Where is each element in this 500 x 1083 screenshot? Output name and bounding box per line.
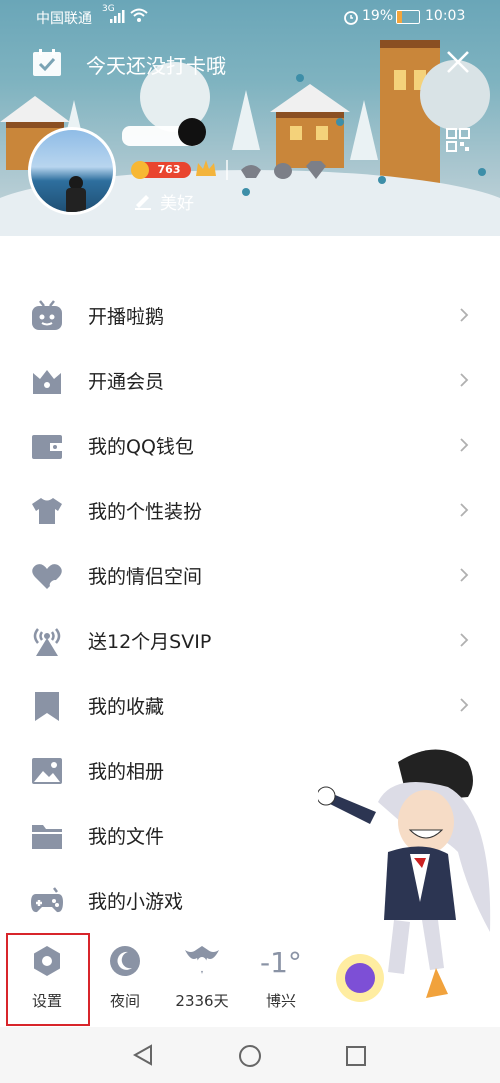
menu-label: 我的情侣空间 [88,566,203,588]
penguin-badge-icon [185,946,219,974]
pet-badge-icon[interactable] [238,158,264,182]
egg-badge-icon[interactable] [270,156,296,182]
edit-pen-icon[interactable] [133,190,153,210]
profile-header: 中国联通 3G 19% 10:03 今天还没打卡哦 763 美好 [0,0,500,236]
broadcast-icon [33,628,61,656]
signal-icon [110,10,125,23]
carrier-label: 中国联通 [36,11,92,27]
temperature-value: -1° [260,946,302,979]
signature-text[interactable]: 美好 [160,189,194,214]
menu-label: 我的小游戏 [88,891,184,913]
menu-label: 我的收藏 [88,696,165,718]
night-mode-button[interactable]: 夜间 [86,934,164,1026]
avatar[interactable] [28,127,116,215]
city-label: 博兴 [265,992,296,1010]
qq-age-button[interactable]: 2336天 [163,934,241,1026]
night-mode-label: 夜间 [109,992,140,1010]
menu-label: 开通会员 [88,371,165,393]
menu-item-dressup[interactable]: 我的个性装扮 [0,481,500,541]
shirt-icon [32,498,62,524]
menu-item-favorites[interactable]: 我的收藏 [0,676,500,736]
wallet-icon [32,435,62,459]
chevron-right-icon [460,503,469,517]
cartoon-character [318,749,491,1002]
crown-box-icon [33,370,61,394]
calendar-check-icon[interactable] [31,48,63,78]
tv-icon [32,300,62,330]
clock: 10:03 [425,8,466,24]
battery-icon [396,10,420,24]
menu-label: 我的QQ钱包 [88,436,194,458]
folder-icon [32,825,62,849]
menu-label: 送12个月SVIP [88,631,212,653]
qr-code-icon[interactable] [446,128,470,152]
chevron-right-icon [460,308,469,322]
system-nav-bar [0,1027,500,1083]
diamond-badge-icon[interactable] [303,158,329,182]
menu-label: 开播啦鹅 [88,306,165,328]
chevron-right-icon [460,633,469,647]
chevron-right-icon [460,698,469,712]
gamepad-icon [31,887,63,913]
checkin-text[interactable]: 今天还没打卡哦 [86,50,226,79]
menu-item-live[interactable]: 开播啦鹅 [0,286,500,346]
image-icon [32,758,62,784]
weather-button[interactable]: -1° 博兴 [242,934,320,1026]
chevron-right-icon [460,373,469,387]
menu-item-couple-space[interactable]: 我的情侣空间 [0,546,500,606]
decoration-blob [178,118,206,146]
menu-item-vip[interactable]: 开通会员 [0,351,500,411]
chevron-right-icon [460,438,469,452]
menu-label: 我的相册 [88,761,165,783]
level-badge[interactable]: 763 [131,161,191,179]
wifi-icon [130,8,148,22]
menu-item-wallet[interactable]: 我的QQ钱包 [0,416,500,476]
battery-percent: 19% [362,8,394,24]
bookmark-icon [35,692,59,721]
sun-icon [131,161,149,179]
recent-apps-icon[interactable] [345,1045,367,1067]
menu-label: 我的个性装扮 [88,501,203,523]
close-icon[interactable] [446,50,470,74]
heart-icon [32,564,62,591]
qq-age-label: 2336天 [175,992,229,1010]
alarm-icon [344,11,358,25]
chevron-right-icon [460,568,469,582]
moon-icon [110,946,140,976]
home-icon[interactable] [238,1044,262,1068]
menu-label: 我的文件 [88,826,165,848]
menu-item-svip-gift[interactable]: 送12个月SVIP [0,611,500,671]
settings-highlight-box [6,933,90,1026]
crown-icon [196,160,216,176]
level-value: 763 [157,163,181,176]
back-icon[interactable] [132,1044,154,1066]
